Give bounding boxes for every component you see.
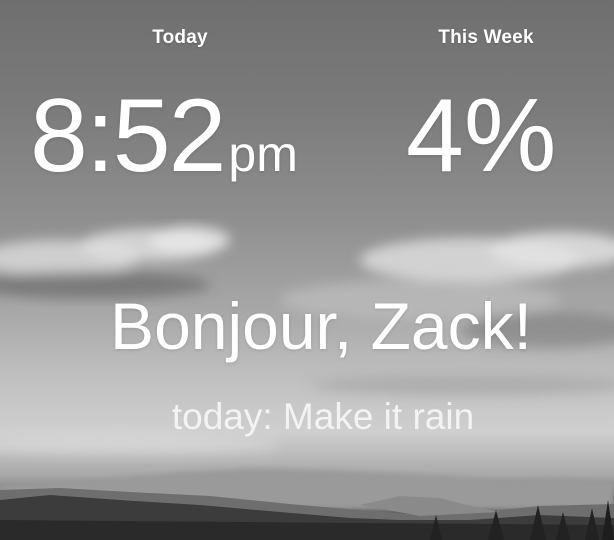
clock: 8:52pm bbox=[30, 84, 298, 188]
clock-ampm: pm bbox=[228, 126, 298, 182]
clock-time: 8:52 bbox=[30, 78, 226, 194]
greeting: Bonjour, Zack! bbox=[110, 289, 532, 363]
dashboard-background: Today This Week 8:52pm 4% Bonjour, Zack!… bbox=[0, 0, 614, 540]
this-week-header: This Week bbox=[438, 27, 534, 48]
daily-focus[interactable]: today: Make it rain bbox=[0, 396, 614, 438]
week-percent: 4% bbox=[406, 78, 557, 194]
today-header: Today bbox=[152, 27, 208, 48]
